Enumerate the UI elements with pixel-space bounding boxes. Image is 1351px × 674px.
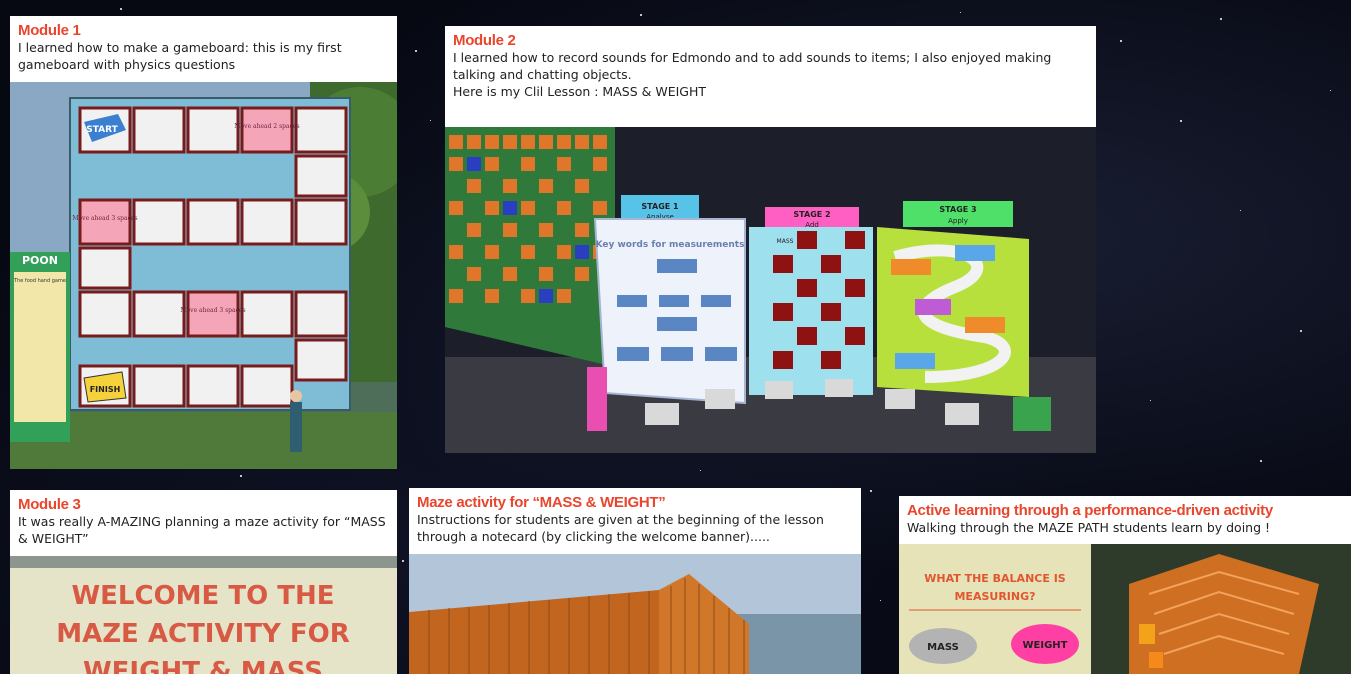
banner-line-3: WEIGHT & MASS: [83, 657, 323, 674]
key-words-label: Key words for measurements: [596, 240, 745, 250]
card-title: Module 3: [18, 496, 81, 513]
card-title: Active learning through a performance-dr…: [907, 502, 1273, 519]
balance-question-1: WHAT THE BALANCE IS: [924, 572, 1066, 585]
banner-line-1: WELCOME TO THE: [71, 581, 334, 611]
mass-label: MASS: [777, 238, 794, 245]
move-label-3: Move ahead 3 spaces: [180, 307, 245, 314]
banner-line-2: MAZE ACTIVITY FOR: [56, 619, 350, 649]
card-description: Instructions for students are given at t…: [417, 512, 824, 544]
clil-lesson-image[interactable]: STAGE 1 Analyse Key words for measuremen…: [445, 127, 1096, 453]
maze-path-image[interactable]: WHAT THE BALANCE IS MEASURING? MASS WEIG…: [899, 544, 1351, 674]
poon-label: POON: [22, 254, 58, 267]
balance-question-2: MEASURING?: [954, 590, 1035, 603]
card-module-1[interactable]: Module 1 I learned how to make a gameboa…: [10, 16, 397, 469]
card-title: Module 2: [453, 32, 516, 49]
move-label-1: Move ahead 2 spaces: [234, 123, 299, 130]
card-module-3[interactable]: Module 3 It was really A-MAZING planning…: [10, 490, 397, 674]
card-module-2[interactable]: Module 2 I learned how to record sounds …: [445, 26, 1096, 453]
stage3-label: STAGE 3: [939, 205, 976, 214]
gameboard-image[interactable]: START Move ahead 2 spaces Move ahead 3 s…: [10, 82, 397, 469]
card-description: I learned how to record sounds for Edmon…: [453, 50, 1052, 82]
card-active-learning[interactable]: Active learning through a performance-dr…: [899, 496, 1351, 674]
start-label: START: [86, 125, 118, 135]
card-maze-activity[interactable]: Maze activity for “MASS & WEIGHT” Instru…: [409, 488, 861, 674]
card-title: Module 1: [18, 22, 81, 39]
card-description-2: Here is my Clil Lesson : MASS & WEIGHT: [453, 84, 706, 99]
poon-sub: The food hand game: [13, 278, 66, 284]
card-description: Walking through the MAZE PATH students l…: [907, 520, 1271, 535]
weight-option: WEIGHT: [1023, 640, 1068, 651]
card-description: I learned how to make a gameboard: this …: [18, 40, 342, 72]
stage3-sub: Apply: [948, 217, 968, 225]
maze-walls-image[interactable]: [409, 554, 861, 674]
mass-option: MASS: [927, 642, 959, 653]
card-title: Maze activity for “MASS & WEIGHT”: [417, 494, 666, 511]
maze-welcome-image[interactable]: WELCOME TO THE MAZE ACTIVITY FOR WEIGHT …: [10, 556, 397, 674]
finish-label: FINISH: [90, 385, 121, 394]
stage1-label: STAGE 1: [641, 202, 679, 211]
card-description: It was really A-MAZING planning a maze a…: [18, 514, 386, 546]
move-label-2: Move ahead 3 spaces: [72, 215, 137, 222]
stage2-label: STAGE 2: [793, 210, 830, 219]
